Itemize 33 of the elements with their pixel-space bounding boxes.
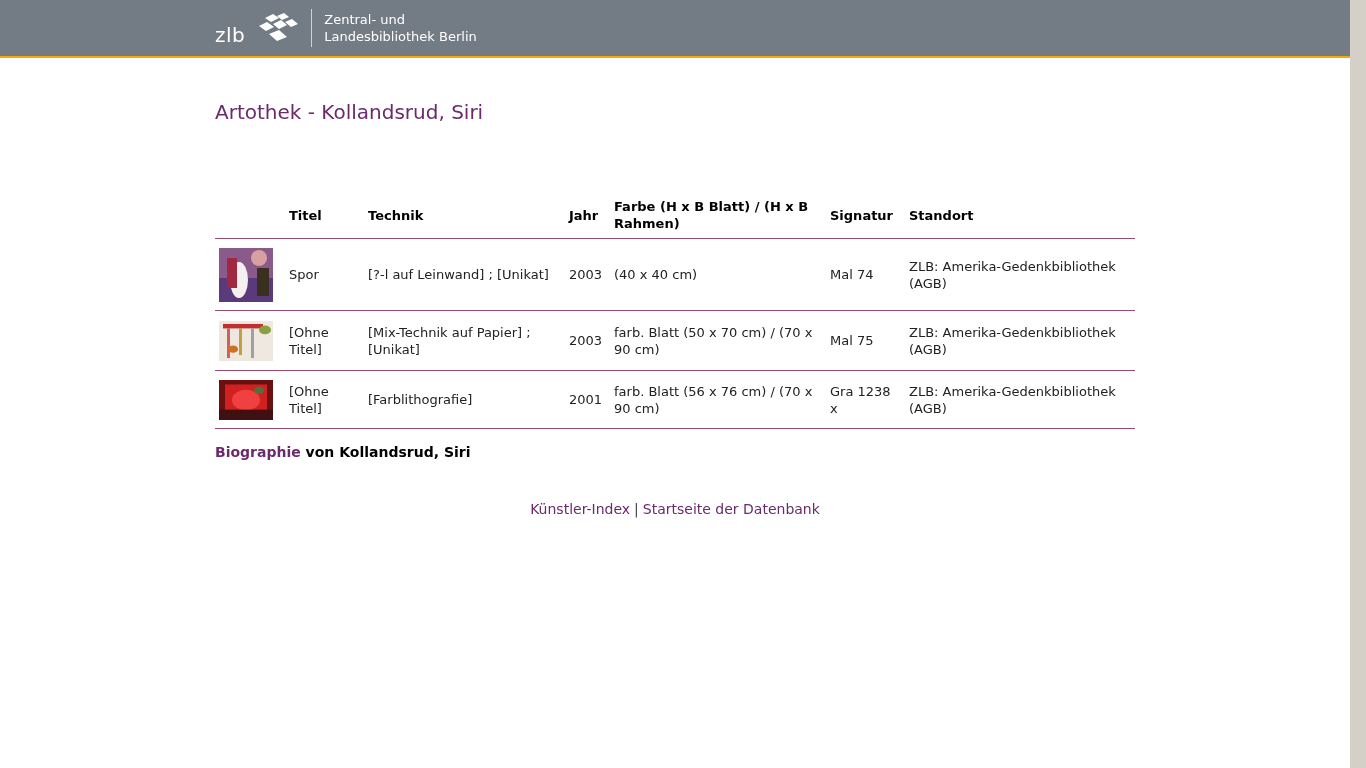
table-cell: farb. Blatt (50 x 70 cm) / (70 x 90 cm)	[614, 324, 813, 357]
column-header: Farbe (H x B Blatt) / (H x B Rahmen)	[614, 199, 809, 231]
table-cell: 2003	[569, 267, 603, 282]
table-cell: [Ohne Titel]	[289, 383, 329, 416]
column-header: Standort	[909, 207, 974, 223]
table-cell: [Farblithografie]	[368, 392, 473, 407]
column-header: Jahr	[569, 207, 599, 223]
table-cell: Mal 75	[830, 333, 874, 348]
table-cell: [?-l auf Leinwand] ; [Unikat]	[368, 267, 549, 282]
separator: |	[634, 501, 639, 517]
column-header: Signatur	[830, 207, 894, 223]
column-header: Technik	[368, 207, 424, 223]
table-cell: Gra 1238 x	[830, 383, 891, 416]
scrollbar[interactable]	[1350, 0, 1366, 768]
table-cell: Mal 74	[830, 267, 874, 282]
logo-text[interactable]: zlb	[215, 23, 246, 47]
table-cell: Spor	[289, 267, 319, 282]
table-cell: [Mix-Technik auf Papier] ; [Unikat]	[368, 324, 531, 357]
table-cell: ZLB: Amerika-Gedenkbibliothek (AGB)	[909, 324, 1116, 357]
table-cell: ZLB: Amerika-Gedenkbibliothek (AGB)	[909, 383, 1116, 416]
table-cell: farb. Blatt (56 x 76 cm) / (70 x 90 cm)	[614, 383, 813, 416]
table-cell: (40 x 40 cm)	[614, 267, 698, 282]
footer-link[interactable]: Startseite der Datenbank	[642, 501, 820, 517]
biography-link[interactable]: Biographie	[215, 444, 301, 460]
library-name: Zentral- und Landesbibliothek Berlin	[324, 11, 477, 45]
table-cell: [Ohne Titel]	[289, 324, 329, 357]
biography-line: Biographie von Kollandsrud, Siri	[215, 444, 471, 460]
column-header: Titel	[289, 207, 322, 223]
table-cell: ZLB: Amerika-Gedenkbibliothek (AGB)	[909, 258, 1116, 291]
footer-link[interactable]: Künstler-Index	[530, 501, 631, 517]
page-title: Artothek - Kollandsrud, Siri	[215, 100, 484, 124]
table-cell: 2003	[569, 333, 603, 348]
table-cell: 2001	[569, 392, 603, 407]
